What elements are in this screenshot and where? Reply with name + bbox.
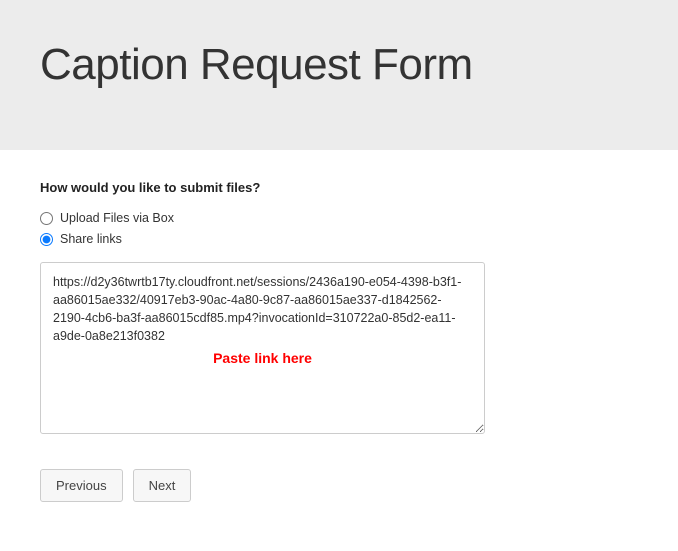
nav-button-row: Previous Next [40,469,638,502]
radio-upload-label: Upload Files via Box [60,211,174,225]
link-textarea[interactable] [40,262,485,434]
radio-upload-input[interactable] [40,212,53,225]
radio-share-input[interactable] [40,233,53,246]
radio-share-label: Share links [60,232,122,246]
form-content: How would you like to submit files? Uplo… [0,150,678,522]
previous-button[interactable]: Previous [40,469,123,502]
question-label: How would you like to submit files? [40,180,638,195]
submit-method-group: Upload Files via Box Share links [40,211,638,246]
radio-option-share[interactable]: Share links [40,232,638,246]
form-header: Caption Request Form [0,0,678,150]
link-textarea-container: Paste link here [40,262,485,439]
next-button[interactable]: Next [133,469,192,502]
radio-option-upload[interactable]: Upload Files via Box [40,211,638,225]
page-title: Caption Request Form [40,40,638,90]
